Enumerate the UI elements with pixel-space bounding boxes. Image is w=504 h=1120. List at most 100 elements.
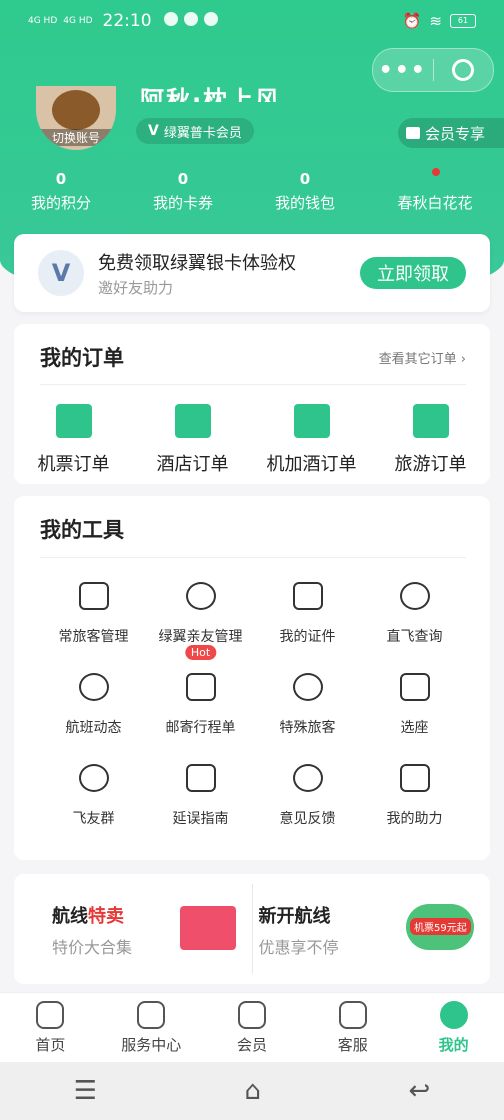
tab-label: 首页 xyxy=(35,1036,66,1054)
id-badge-icon xyxy=(292,582,323,610)
tool-flyer-group[interactable]: 飞友群 xyxy=(40,764,147,855)
tab-label: 我的 xyxy=(438,1036,469,1054)
order-label: 旅游订单 xyxy=(394,454,467,475)
banner-subtitle: 优惠享不停 xyxy=(258,938,339,957)
tool-my-assistance[interactable]: 我的助力 xyxy=(361,764,468,855)
silver-card-promo[interactable]: V 免费领取绿翼银卡体验权 邀好友助力 立即领取 xyxy=(14,234,490,312)
notification-dot xyxy=(432,168,440,176)
tool-label: 直飞查询 xyxy=(386,629,443,645)
tool-label: 绿翼亲友管理 xyxy=(158,629,243,645)
user-icon xyxy=(439,1001,468,1029)
tab-mine[interactable]: 我的 xyxy=(403,993,504,1063)
route-sale-banner[interactable]: 航线特卖 特价大合集 xyxy=(14,874,252,984)
stat-wallet[interactable]: 0 我的钱包 xyxy=(244,170,366,213)
back-icon[interactable]: ↩ xyxy=(408,1076,430,1106)
tool-label: 常旅客管理 xyxy=(58,629,129,645)
stats-row: 0 我的积分 0 我的卡券 0 我的钱包 春秋白花花 xyxy=(0,170,504,213)
group-icon xyxy=(78,764,109,792)
tab-service-center[interactable]: 服务中心 xyxy=(101,993,202,1063)
seat-icon xyxy=(399,673,430,701)
tool-label: 我的助力 xyxy=(386,811,443,827)
stat-value: 0 xyxy=(299,170,311,188)
tab-label: 服务中心 xyxy=(121,1036,182,1054)
tool-direct-flight[interactable]: 直飞查询 xyxy=(361,582,468,673)
promo-banners: 航线特卖 特价大合集 新开航线 优惠享不停 机票59元起 xyxy=(14,874,490,984)
tool-label: 航班动态 xyxy=(65,720,122,736)
tool-label: 延误指南 xyxy=(172,811,229,827)
tab-customer-service[interactable]: 客服 xyxy=(302,993,403,1063)
user-list-icon xyxy=(185,582,216,610)
stat-points[interactable]: 0 我的积分 xyxy=(0,170,122,213)
tool-feedback[interactable]: 意见反馈 xyxy=(254,764,361,855)
order-label: 机加酒订单 xyxy=(266,454,357,475)
banner-title: 航线特卖 xyxy=(52,902,124,928)
order-flight-hotel[interactable]: 机加酒订单 xyxy=(252,404,371,476)
v-logo-icon: V xyxy=(38,250,84,296)
stat-label: 我的积分 xyxy=(30,194,91,212)
signal-indicator-1: 4G HD xyxy=(28,15,58,26)
wifi-icon: ≋ xyxy=(429,12,442,30)
order-travel[interactable]: 旅游订单 xyxy=(371,404,490,476)
promo-title: 免费领取绿翼银卡体验权 xyxy=(98,252,296,274)
headset-icon xyxy=(338,1001,367,1029)
member-level-label: 绿翼普卡会员 xyxy=(163,125,242,141)
hotel-icon xyxy=(174,404,211,438)
view-other-orders-link[interactable]: 查看其它订单 › xyxy=(379,348,466,367)
banner-title: 新开航线 xyxy=(258,906,331,927)
close-button[interactable] xyxy=(434,59,494,81)
monkey-avatar-icon xyxy=(52,90,100,130)
claim-now-button[interactable]: 立即领取 xyxy=(360,257,466,289)
document-clock-icon xyxy=(185,764,216,792)
hot-badge: Hot xyxy=(184,645,217,660)
banner-subtitle: 特价大合集 xyxy=(52,938,133,957)
tool-frequent-passenger[interactable]: 常旅客管理 xyxy=(40,582,147,673)
tool-delay-guide[interactable]: 延误指南 xyxy=(147,764,254,855)
person-icon xyxy=(292,673,323,701)
menu-icon[interactable]: ☰ xyxy=(74,1076,97,1106)
tab-label: 客服 xyxy=(337,1036,368,1054)
price-tag: 机票59元起 xyxy=(410,918,471,935)
tool-special-passenger[interactable]: 特殊旅客 xyxy=(254,673,361,764)
stat-flowers[interactable]: 春秋白花花 xyxy=(366,170,504,213)
banner-title-b: 特卖 xyxy=(88,906,124,927)
member-level-badge[interactable]: V 绿翼普卡会员 xyxy=(136,118,254,144)
globe-plane-icon xyxy=(399,582,430,610)
switch-account-label[interactable]: 切换账号 xyxy=(36,129,116,146)
avatar[interactable]: 切换账号 xyxy=(36,86,116,150)
order-hotel[interactable]: 酒店订单 xyxy=(133,404,252,476)
travel-map-icon xyxy=(412,404,449,438)
tool-flight-status[interactable]: 航班动态 xyxy=(40,673,147,764)
status-time: 22:10 xyxy=(102,11,152,31)
tool-label: 飞友群 xyxy=(72,811,115,827)
tool-mail-itinerary[interactable]: Hot 邮寄行程单 xyxy=(147,645,254,764)
vip-exclusive-button[interactable]: 会员专享 xyxy=(398,118,504,148)
tool-my-documents[interactable]: 我的证件 xyxy=(254,582,361,673)
stat-value: 0 xyxy=(55,170,67,188)
order-label: 酒店订单 xyxy=(156,454,229,475)
star-badge-icon xyxy=(137,1001,166,1029)
home-logo-icon xyxy=(36,1001,65,1029)
tab-member[interactable]: 会员 xyxy=(202,993,303,1063)
new-routes-banner[interactable]: 新开航线 优惠享不停 机票59元起 xyxy=(253,874,491,984)
v-logo-icon xyxy=(237,1001,266,1029)
more-button[interactable]: ••• xyxy=(373,58,433,83)
stat-value: 0 xyxy=(177,170,189,188)
plane-illustration-icon: 机票59元起 xyxy=(406,904,474,950)
flight-hotel-icon xyxy=(293,404,330,438)
flight-ticket-icon xyxy=(55,404,92,438)
tab-home[interactable]: 首页 xyxy=(0,993,101,1063)
divider xyxy=(40,384,466,385)
stat-coupons[interactable]: 0 我的卡券 xyxy=(122,170,244,213)
vip-label: 会员专享 xyxy=(425,124,486,143)
envelope-icon xyxy=(185,673,216,701)
chevron-right-icon: › xyxy=(460,352,466,367)
home-icon[interactable]: ⌂ xyxy=(244,1076,261,1106)
tool-seat-selection[interactable]: 选座 xyxy=(361,673,468,764)
chat-bubble-icon xyxy=(292,764,323,792)
order-flight[interactable]: 机票订单 xyxy=(14,404,133,476)
stat-label: 我的钱包 xyxy=(274,194,335,212)
v-logo-icon: V xyxy=(148,123,159,139)
plane-circle-icon xyxy=(78,673,109,701)
battery-icon: 61 xyxy=(450,14,476,28)
tool-label: 我的证件 xyxy=(279,629,336,645)
